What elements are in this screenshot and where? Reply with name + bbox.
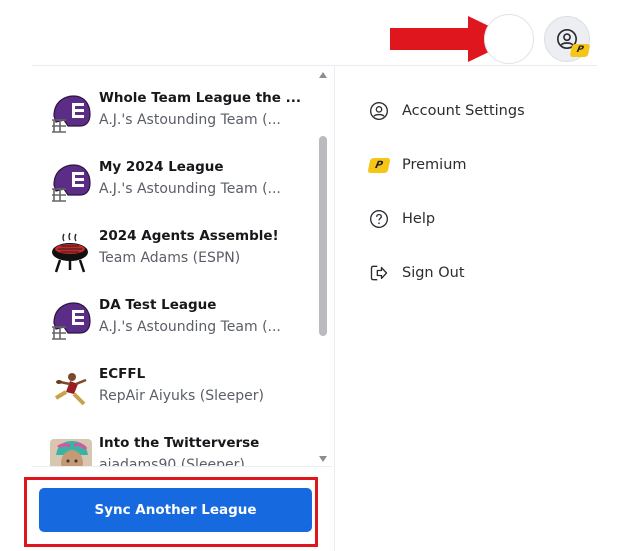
user-circle-icon [370, 102, 388, 120]
menu-item-label: Sign Out [402, 265, 465, 281]
helmet-icon [52, 302, 91, 340]
league-item[interactable]: DA Test League A.J.'s Astounding Team (.… [48, 293, 313, 353]
league-name: ECFFL [99, 366, 146, 382]
menu-item-label: Help [402, 211, 436, 227]
sign-out-icon [370, 265, 388, 281]
league-item[interactable]: Into the Twitterverse ajadams90 (Sleeper… [48, 431, 313, 466]
league-team: ajadams90 (Sleeper) [99, 457, 245, 466]
menu-item-label: Account Settings [402, 103, 525, 119]
grill-icon [52, 232, 88, 273]
account-dropdown-panel: Whole Team League the ... A.J.'s Astound… [24, 65, 597, 551]
portrait-icon [50, 439, 92, 466]
league-name: DA Test League [99, 297, 217, 313]
league-item[interactable]: ECFFL RepAir Aiyuks (Sleeper) [48, 362, 313, 422]
player-icon [54, 373, 87, 406]
league-team: A.J.'s Astounding Team (... [99, 181, 281, 197]
menu-item-account-settings[interactable]: Account Settings [368, 98, 588, 124]
league-name: My 2024 League [99, 159, 224, 175]
league-name: Into the Twitterverse [99, 435, 260, 451]
league-team: A.J.'s Astounding Team (... [99, 112, 281, 128]
scroll-up-arrow-icon[interactable] [319, 72, 327, 78]
menu-item-label: Premium [402, 157, 467, 173]
league-item[interactable]: My 2024 League A.J.'s Astounding Team (.… [48, 155, 313, 215]
premium-badge: P [569, 44, 591, 57]
league-item[interactable]: Whole Team League the ... A.J.'s Astound… [48, 86, 313, 146]
league-list: Whole Team League the ... A.J.'s Astound… [32, 66, 332, 466]
league-team: Team Adams (ESPN) [99, 250, 241, 266]
league-team: RepAir Aiyuks (Sleeper) [99, 388, 264, 404]
menu-item-sign-out[interactable]: Sign Out [368, 260, 588, 286]
divider [32, 466, 332, 467]
scroll-down-arrow-icon[interactable] [319, 456, 327, 462]
menu-item-help[interactable]: Help [368, 206, 588, 232]
divider [334, 66, 335, 551]
annotation-highlight-box [24, 477, 318, 547]
helmet-icon [52, 95, 91, 133]
premium-p-icon: P [367, 157, 391, 173]
header-circle-button[interactable] [484, 14, 534, 64]
league-list-scrollbar[interactable] [316, 70, 330, 466]
league-name: Whole Team League the ... [99, 90, 302, 106]
league-item[interactable]: 2024 Agents Assemble! Team Adams (ESPN) [48, 224, 313, 284]
help-circle-icon [370, 210, 388, 228]
helmet-icon [52, 164, 91, 202]
league-team: A.J.'s Astounding Team (... [99, 319, 281, 335]
league-name: 2024 Agents Assemble! [99, 228, 279, 244]
scrollbar-thumb[interactable] [319, 136, 327, 336]
menu-item-premium[interactable]: P Premium [367, 152, 588, 178]
